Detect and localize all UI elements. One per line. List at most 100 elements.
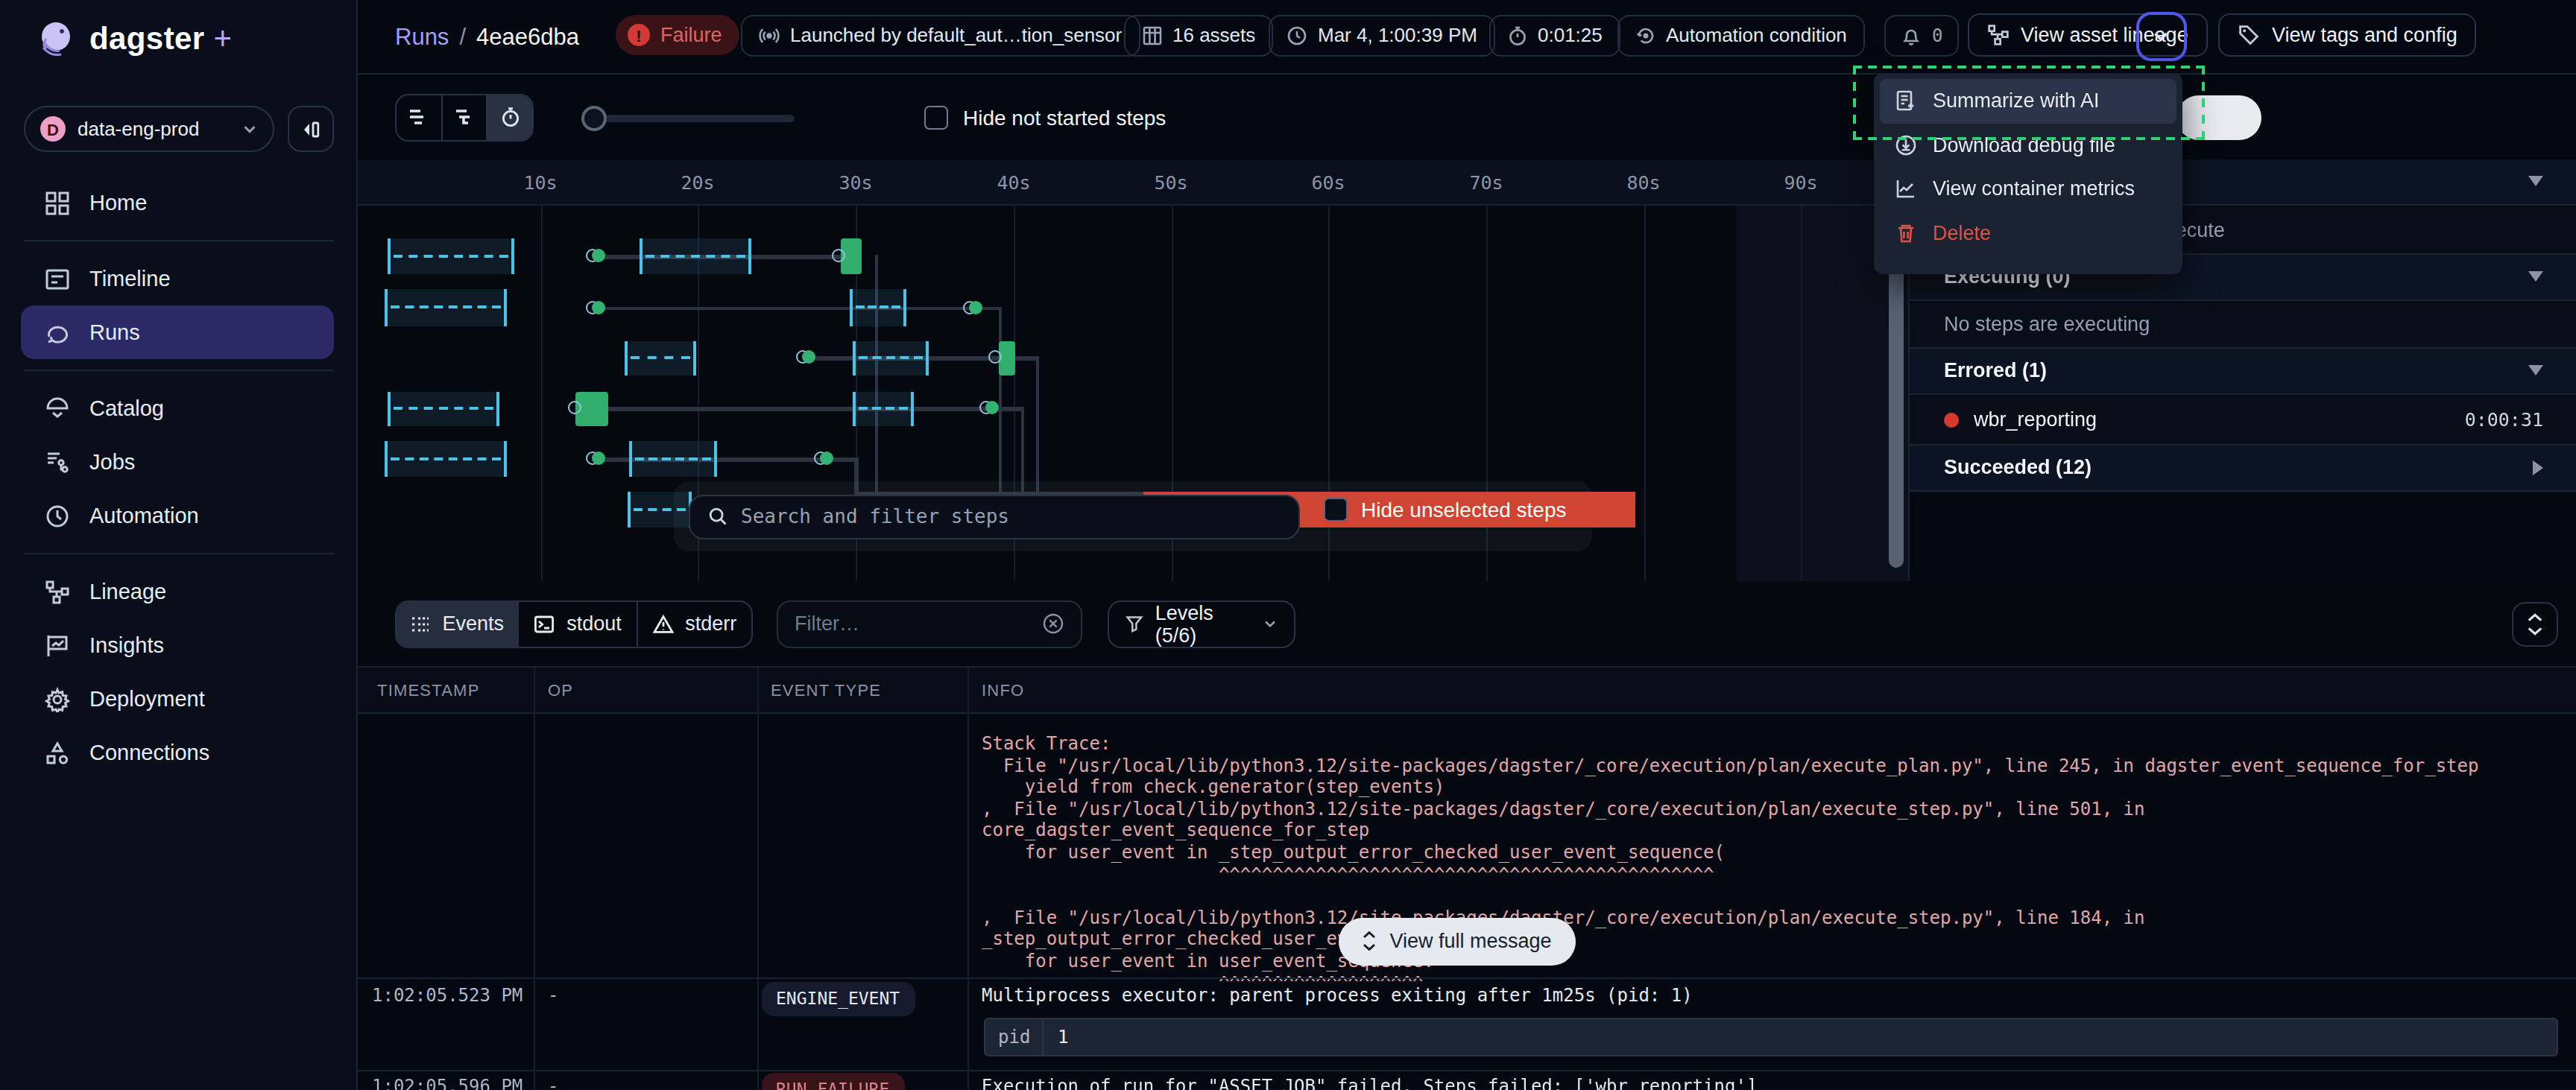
sidebar: dagster+ D data-eng-prod Home Timeline R… [0,0,358,1090]
hide-unselected-checkbox[interactable] [1324,497,1348,521]
gantt-marker-dot [592,451,605,465]
event-type-badge: RUN_FAILURE [761,1073,904,1090]
gantt-waterfall-view-button[interactable] [442,95,487,139]
sidebar-divider [24,553,334,554]
event-metadata-table: pid 1 [983,1017,2557,1056]
automation-condition-tag[interactable]: Automation condition [1617,14,1865,56]
errored-step-row[interactable]: wbr_reporting 0:00:31 [1910,396,2576,445]
expand-triangle-icon[interactable] [2533,460,2543,475]
chevron-down-icon [2151,26,2171,45]
deployment-name: data-eng-prod [78,118,230,140]
menu-item-delete[interactable]: Delete [1879,211,2176,255]
expand-vertical-icon [1361,931,1377,951]
column-header-info: INFO [982,680,1024,698]
sidebar-item-automation[interactable]: Automation [0,489,358,542]
assets-count-tag[interactable]: 16 assets [1123,14,1273,56]
gantt-marker-dot [592,249,605,262]
gantt-step-not-started-bar[interactable] [850,289,906,326]
sidebar-item-timeline[interactable]: Timeline [0,252,358,305]
tab-stderr[interactable]: stderr [638,602,751,646]
row-divider [358,1069,2576,1071]
gantt-marker-dot [968,300,982,314]
clear-filter-icon[interactable] [1042,613,1064,636]
tab-events[interactable]: Events [397,602,519,646]
axis-tick: 60s [1311,171,1345,193]
gantt-step-not-started-bar[interactable] [388,391,499,426]
gantt-zoom-slider-track[interactable] [589,115,795,122]
lineage-icon [45,579,70,604]
collapse-triangle-icon[interactable] [2528,272,2543,282]
hide-unselected-label: Hide unselected steps [1361,497,1567,521]
sidebar-divider [24,370,334,371]
gantt-flat-view-button[interactable] [397,95,442,139]
panel-section-errored[interactable]: Errored (1) [1910,348,2576,395]
levels-dropdown[interactable]: Levels (5/6) [1108,601,1295,647]
gantt-marker-dot [985,401,999,414]
gantt-connector [1020,407,1024,492]
gantt-step-not-started-bar[interactable] [640,238,751,274]
column-divider [757,667,758,1090]
gantt-step-not-started-bar[interactable] [628,441,716,477]
column-header-op: OP [548,680,573,698]
collapse-sidebar-icon [300,118,321,139]
gantt-marker-dot [802,350,815,364]
gantt-step-not-started-bar[interactable] [852,340,929,375]
metadata-value: 1 [1043,1026,1068,1047]
automation-condition-label: Automation condition [1666,24,1847,46]
chevron-down-icon [242,121,258,137]
log-timestamp[interactable]: 1:02:05.523 PM [372,985,523,1006]
sidebar-item-runs[interactable]: Runs [21,305,334,359]
view-full-message-button[interactable]: View full message [1338,917,1575,965]
panel-section-title: Succeeded (12) [1944,457,2533,479]
breadcrumb-runs-link[interactable]: Runs [395,24,449,51]
panel-section-succeeded[interactable]: Succeeded (12) [1910,445,2576,492]
gantt-step-not-started-bar[interactable] [384,289,506,326]
collapse-triangle-icon[interactable] [2528,177,2543,187]
tab-stdout[interactable]: stdout [519,602,639,646]
chevron-down-icon [2527,626,2543,636]
gantt-marker-ring [831,249,845,262]
gantt-zoom-slider-thumb[interactable] [581,105,607,130]
gantt-step-not-started-bar[interactable] [388,238,514,274]
gantt-gridline [1644,206,1645,581]
axis-tick: 10s [523,171,557,193]
sidebar-item-home[interactable]: Home [0,176,358,229]
sidebar-item-jobs[interactable]: Jobs [0,435,358,489]
sidebar-item-lineage[interactable]: Lineage [0,565,358,618]
connections-icon [45,740,70,765]
gantt-search-input[interactable]: Search and filter steps [689,494,1300,539]
gantt-timed-view-button[interactable] [488,95,532,139]
chevron-down-icon [1263,616,1278,633]
gantt-time-axis: 10s 20s 30s 40s 50s 60s 70s 80s 90s [358,159,1908,206]
sidebar-item-connections[interactable]: Connections [0,726,358,779]
gantt-step-not-started-bar[interactable] [625,340,696,375]
view-tags-config-button[interactable]: View tags and config [2218,13,2477,57]
collapse-triangle-icon[interactable] [2528,366,2543,376]
launched-by-tag[interactable]: Launched by default_aut…tion_sensor [741,14,1140,56]
breadcrumb-run-id: 4eae6dba [476,24,579,51]
alerts-button[interactable]: 0 [1884,14,1959,56]
menu-item-container-metrics[interactable]: View container metrics [1879,167,2176,211]
log-timestamp[interactable]: 1:02:05.596 PM [372,1076,523,1090]
deployment-selector[interactable]: D data-eng-prod [24,106,274,152]
automation-icon [45,503,70,528]
hide-not-started-checkbox[interactable] [924,106,948,130]
log-table-header: TIMESTAMP OP EVENT TYPE INFO [358,667,2576,714]
gantt-chart[interactable]: Search and filter steps Hide unselected … [358,206,1908,581]
sidebar-item-label: Deployment [89,687,205,711]
sidebar-item-insights[interactable]: Insights [0,618,358,672]
gantt-step-not-started-bar[interactable] [852,391,914,426]
dagster-logo[interactable]: dagster+ [37,19,232,58]
sidebar-item-label: Insights [89,633,164,657]
sidebar-item-deployment[interactable]: Deployment [0,672,358,726]
gantt-marker-dot [592,300,605,314]
run-actions-menu-button[interactable] [2135,11,2186,60]
logs-filter-input[interactable]: Filter… [777,601,1082,647]
gantt-step-not-started-bar[interactable] [384,441,506,477]
sidebar-item-catalog[interactable]: Catalog [0,381,358,435]
warning-icon [652,614,673,635]
scroll-jump-button[interactable] [2512,602,2558,647]
error-status-dot [1944,413,1959,428]
flat-view-icon [408,107,430,129]
sidebar-collapse-button[interactable] [288,106,334,152]
